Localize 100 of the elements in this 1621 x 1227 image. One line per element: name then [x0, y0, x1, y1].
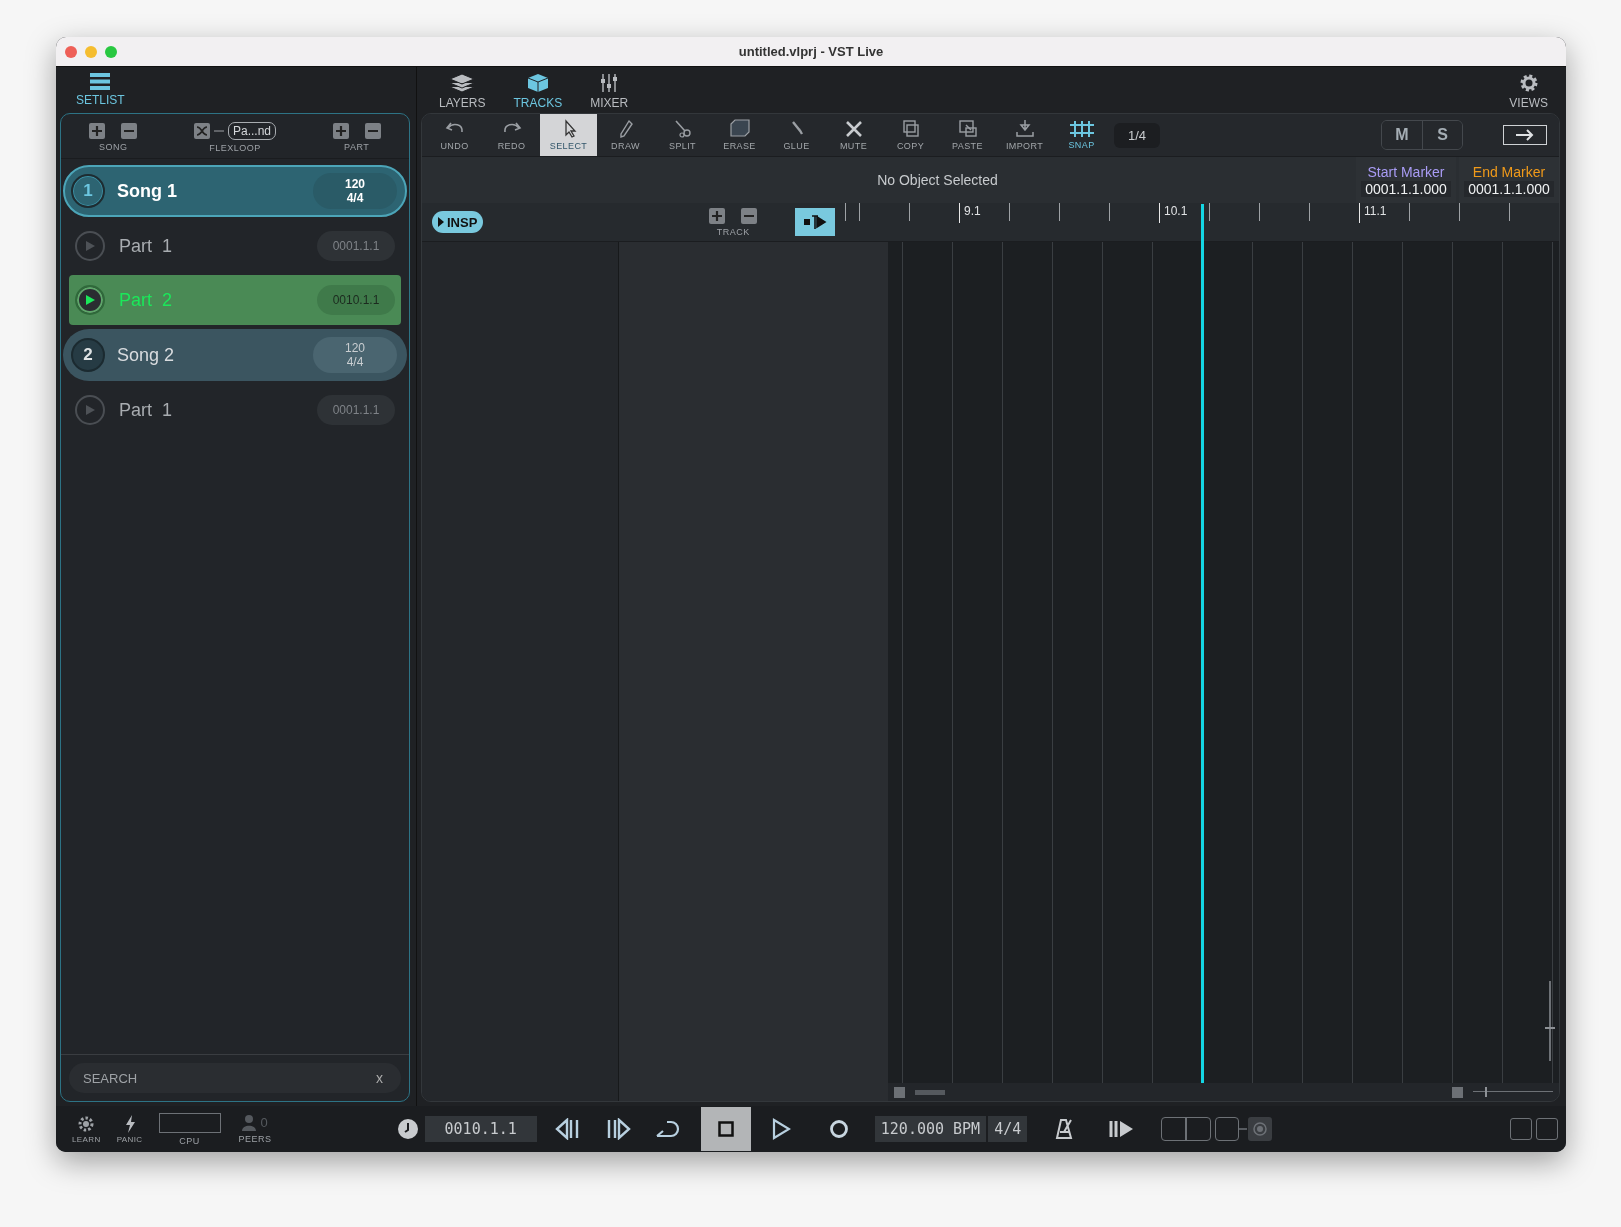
flexloop-field[interactable]: Pa...nd	[228, 121, 276, 140]
search-field[interactable]: SEARCH x	[69, 1063, 401, 1093]
song-row[interactable]: 2 Song 2 120 4/4	[63, 329, 407, 381]
layers-icon	[449, 73, 476, 93]
plus-icon	[334, 124, 347, 137]
window-title: untitled.vlprj - VST Live	[738, 44, 884, 59]
signature-display[interactable]: 4/4	[988, 1116, 1028, 1142]
arrow-button[interactable]	[1503, 125, 1547, 145]
peers-label: PEERS	[238, 1133, 272, 1144]
remove-track-button[interactable]	[741, 207, 758, 224]
tool-button[interactable]: PASTE	[939, 114, 996, 156]
part-name: Part 1	[119, 235, 174, 257]
part-position: 0001.1.1	[317, 231, 395, 261]
snap-button[interactable]: SNAP	[1053, 114, 1110, 156]
settings-icon	[1518, 73, 1539, 93]
tool-button[interactable]: GLUE	[768, 114, 825, 156]
scroll-button[interactable]	[894, 1086, 905, 1098]
part-row[interactable]: Part 1 0001.1.1	[69, 385, 401, 435]
eraser-icon	[729, 119, 750, 139]
tool-button[interactable]: DRAW	[597, 114, 654, 156]
panel-button[interactable]	[1215, 1117, 1240, 1141]
snap-value[interactable]: 1/4	[1114, 122, 1161, 148]
setlist-button[interactable]: SETLIST	[66, 67, 135, 113]
clock-icon[interactable]	[396, 1118, 419, 1140]
grid-icon	[1068, 120, 1095, 138]
mute-solo-button[interactable]: S	[1422, 121, 1462, 149]
remove-part-button[interactable]	[364, 122, 381, 139]
tool-button[interactable]: SELECT	[540, 114, 597, 156]
cube-icon	[526, 73, 549, 93]
part-name: Part 1	[119, 399, 174, 421]
cpu-meter	[158, 1112, 221, 1133]
lightning-icon	[123, 1114, 136, 1133]
record-icon	[828, 1119, 849, 1139]
close-icon	[843, 119, 864, 139]
person-icon	[242, 1114, 257, 1131]
split-panel-button[interactable]	[1161, 1117, 1212, 1141]
tempo-display[interactable]: 120.000 BPM	[874, 1116, 987, 1142]
track-label: TRACK	[716, 226, 750, 237]
close-button[interactable]	[65, 45, 77, 58]
gear-icon	[77, 1114, 96, 1133]
peer-count: 0	[260, 1115, 268, 1130]
flexloop-label: FLEXLOOP	[209, 142, 261, 153]
tempo-signature: 120 4/4	[313, 337, 397, 373]
remove-song-button[interactable]	[121, 122, 138, 139]
plus-icon	[711, 209, 724, 222]
start-marker-value[interactable]: 0001.1.1.000	[1361, 180, 1451, 197]
tool-button[interactable]: ERASE	[711, 114, 768, 156]
end-marker-value[interactable]: 0001.1.1.000	[1464, 180, 1554, 197]
add-song-button[interactable]	[89, 122, 106, 139]
scroll-button[interactable]	[1452, 1086, 1463, 1098]
dash-icon	[214, 128, 224, 133]
start-marker-label: Start Marker	[1367, 163, 1445, 180]
stop-button[interactable]	[700, 1107, 751, 1151]
part-position: 0010.1.1	[317, 285, 395, 315]
song-name: Song 1	[117, 180, 178, 202]
view-tab[interactable]: MIXER	[578, 67, 641, 110]
add-track-button[interactable]	[709, 207, 726, 224]
right-panel-button[interactable]	[1536, 1118, 1558, 1140]
tool-button[interactable]: IMPORT	[996, 114, 1053, 156]
view-tab[interactable]: LAYERS	[427, 67, 498, 110]
view-tab[interactable]: TRACKS	[501, 67, 575, 110]
bar-number: 9.1	[959, 203, 1159, 223]
clear-button[interactable]: x	[370, 1069, 389, 1087]
status-message: No Object Selected	[876, 171, 999, 190]
loop-arrow-icon	[654, 1119, 681, 1139]
panic-button[interactable]: PANIC	[108, 1114, 151, 1144]
plus-icon	[91, 124, 104, 137]
tool-button[interactable]: COPY	[882, 114, 939, 156]
tool-button[interactable]: UNDO	[426, 114, 483, 156]
add-part-button[interactable]	[332, 122, 349, 139]
locator-button[interactable]	[795, 208, 835, 236]
triangle-icon	[438, 217, 444, 227]
song-name: Song 2	[117, 344, 176, 366]
play-icon	[84, 240, 96, 252]
tool-button[interactable]: SPLIT	[654, 114, 711, 156]
radio-icon[interactable]	[1239, 1117, 1274, 1141]
learn-button[interactable]: LEARN	[64, 1114, 109, 1144]
copy-icon	[900, 119, 921, 139]
play-icon	[84, 294, 96, 306]
part-row[interactable]: Part 1 0001.1.1	[69, 221, 401, 271]
song-row[interactable]: 1 Song 1 120 4/4	[63, 165, 407, 217]
rewind-icon	[554, 1118, 581, 1140]
tool-button[interactable]: REDO	[483, 114, 540, 156]
cpu-label: CPU	[179, 1135, 200, 1146]
tool-button[interactable]: MUTE	[825, 114, 882, 156]
end-marker-label: End Marker	[1472, 163, 1546, 180]
song-number: 1	[71, 174, 105, 208]
scrollbar-thumb[interactable]	[915, 1089, 945, 1095]
views-button[interactable]: VIEWS	[1497, 67, 1560, 110]
position-display[interactable]: 0010.1.1	[424, 1116, 537, 1142]
part-position: 0001.1.1	[317, 395, 395, 425]
bottom-panel-button[interactable]	[1510, 1118, 1532, 1140]
play-button[interactable]	[75, 285, 105, 315]
marker-arrow-icon	[803, 214, 827, 230]
stop-icon	[717, 1121, 734, 1137]
inspector-button[interactable]: INSP	[432, 211, 484, 233]
part-name: Part 2	[119, 289, 174, 311]
play-icon	[84, 404, 96, 416]
paste-icon	[957, 119, 978, 139]
right-arrow-icon	[1515, 129, 1535, 141]
